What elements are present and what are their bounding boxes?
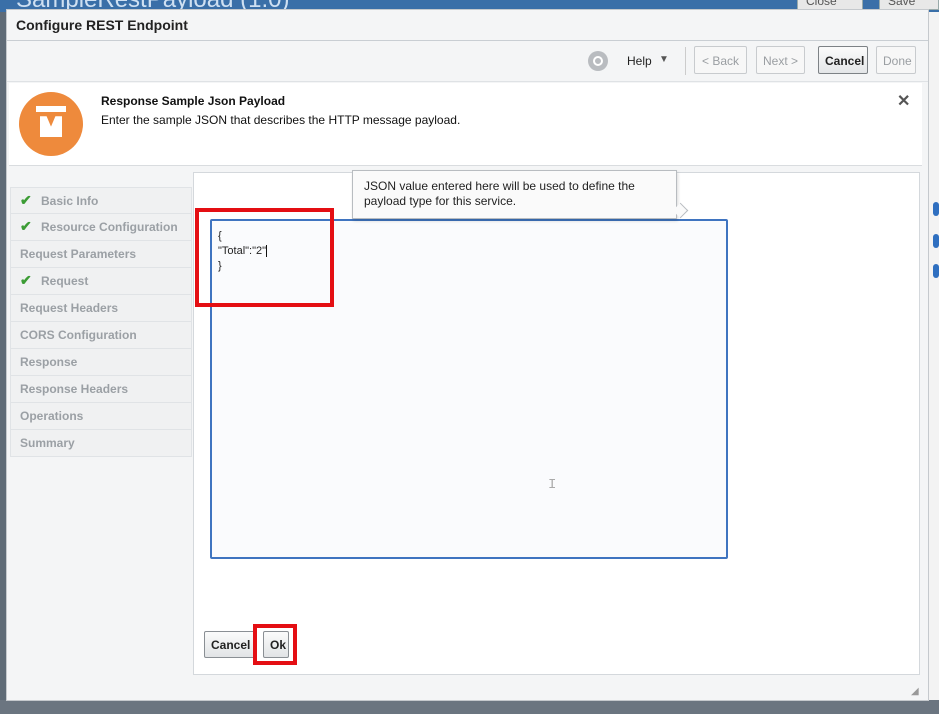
- wizard-toolbar: Help ▼ < Back Next > Cancel Done: [7, 41, 928, 82]
- highlight-json-text: [195, 208, 334, 307]
- toolbar-divider: [685, 47, 686, 75]
- json-hint-tooltip: JSON value entered here will be used to …: [352, 170, 689, 219]
- cancel-payload-button[interactable]: Cancel: [204, 631, 256, 658]
- background-app-edge: [929, 12, 939, 714]
- background-mark: [933, 264, 939, 278]
- step-banner: Response Sample Json Payload Enter the s…: [9, 83, 922, 166]
- nav-item-request-parameters[interactable]: Request Parameters: [10, 241, 192, 268]
- checkmark-icon: ✔: [20, 218, 32, 234]
- tooltip-text: JSON value entered here will be used to …: [364, 179, 635, 208]
- cancel-wizard-button[interactable]: Cancel: [818, 46, 868, 74]
- done-button[interactable]: Done: [876, 46, 916, 74]
- chevron-down-icon[interactable]: ▼: [659, 54, 669, 65]
- nav-item-label: Summary: [20, 436, 75, 450]
- nav-item-label: CORS Configuration: [20, 328, 137, 342]
- nav-item-request-headers[interactable]: Request Headers: [10, 295, 192, 322]
- nav-item-label: Response Headers: [20, 382, 129, 396]
- nav-item-cors-configuration[interactable]: CORS Configuration: [10, 322, 192, 349]
- nav-item-label: Operations: [20, 409, 84, 423]
- next-button[interactable]: Next >: [756, 46, 805, 74]
- banner-title: Response Sample Json Payload: [101, 94, 286, 108]
- wizard-step-nav: ✔ Basic Info ✔ Resource Configuration Requ…: [10, 187, 192, 457]
- background-mark: [933, 234, 939, 248]
- close-icon[interactable]: ✕: [897, 91, 910, 111]
- help-circle-icon[interactable]: [588, 51, 608, 71]
- nav-item-label: Resource Configuration: [41, 220, 178, 234]
- response-payload-icon: [19, 92, 83, 156]
- nav-item-operations[interactable]: Operations: [10, 403, 192, 430]
- icon-shape: [40, 116, 62, 137]
- mouse-ibeam-cursor-icon: I: [548, 477, 557, 493]
- nav-item-response[interactable]: Response: [10, 349, 192, 376]
- resize-grip-icon[interactable]: ◢: [911, 686, 919, 697]
- nav-item-response-headers[interactable]: Response Headers: [10, 376, 192, 403]
- nav-item-label: Basic Info: [41, 194, 99, 208]
- tooltip-pointer: [672, 202, 689, 219]
- background-app-footer: [0, 700, 939, 714]
- nav-item-label: Request Headers: [20, 301, 119, 315]
- configure-rest-endpoint-dialog: Configure REST Endpoint Help ▼ < Back Ne…: [6, 9, 929, 701]
- nav-item-label: Response: [20, 355, 78, 369]
- background-mark: [933, 202, 939, 216]
- nav-item-summary[interactable]: Summary: [10, 430, 192, 457]
- nav-item-label: Request Parameters: [20, 247, 137, 261]
- back-button[interactable]: < Back: [694, 46, 747, 74]
- nav-item-resource-configuration[interactable]: ✔ Resource Configuration: [10, 214, 192, 241]
- banner-description: Enter the sample JSON that describes the…: [101, 113, 461, 127]
- nav-item-basic-info[interactable]: ✔ Basic Info: [10, 187, 192, 214]
- nav-item-request[interactable]: ✔ Request: [10, 268, 192, 295]
- help-menu[interactable]: Help: [627, 54, 652, 68]
- dialog-title-bar: Configure REST Endpoint: [7, 10, 928, 41]
- checkmark-icon: ✔: [20, 272, 32, 288]
- dialog-title: Configure REST Endpoint: [16, 17, 188, 33]
- checkmark-icon: ✔: [20, 192, 32, 208]
- icon-shape: [36, 106, 66, 112]
- nav-item-label: Request: [41, 274, 89, 288]
- highlight-ok-button: [253, 624, 297, 665]
